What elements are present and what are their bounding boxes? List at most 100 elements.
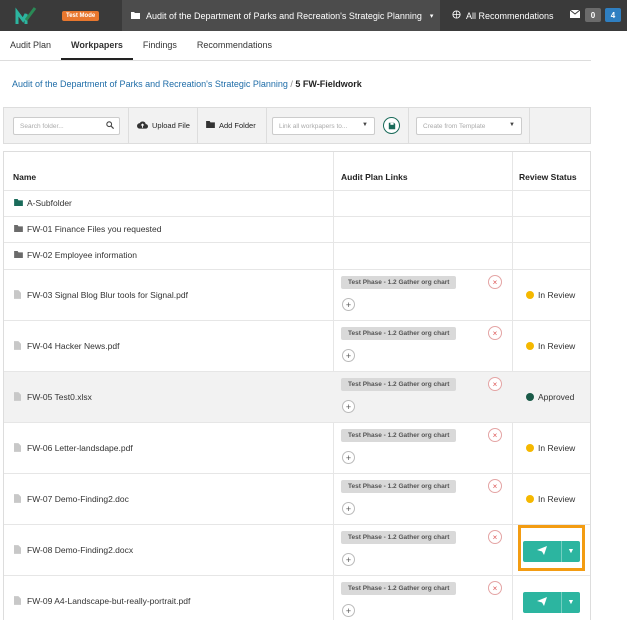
table-row[interactable]: FW-01 Finance Files you requested: [4, 216, 590, 242]
table-row[interactable]: FW-07 Demo-Finding2.doc Test Phase - 1.2 …: [4, 473, 590, 524]
table-row[interactable]: FW-02 Employee information: [4, 242, 590, 268]
add-link-icon[interactable]: +: [342, 502, 355, 515]
row-name-label: FW-09 A4-Landscape-but-really-portrait.p…: [27, 596, 191, 606]
row-name-label: FW-01 Finance Files you requested: [27, 224, 162, 234]
row-name[interactable]: FW-02 Employee information: [14, 250, 137, 260]
row-name-label: FW-08 Demo-Finding2.docx: [27, 545, 134, 555]
link-workpapers-select[interactable]: Link all workpapers to... ▼: [272, 117, 375, 135]
remove-link-icon[interactable]: ×: [488, 428, 502, 442]
breadcrumb-parent-link[interactable]: Audit of the Department of Parks and Rec…: [12, 79, 288, 89]
review-status: In Review: [526, 290, 575, 300]
chevron-down-icon: ▾: [429, 12, 434, 20]
row-name[interactable]: FW-06 Letter-landsdape.pdf: [14, 442, 133, 454]
review-status-label: Approved: [538, 391, 575, 402]
table-row[interactable]: FW-08 Demo-Finding2.docx Test Phase - 1.2…: [4, 524, 590, 575]
highlight-box: [518, 525, 585, 571]
chevron-down-icon[interactable]: ▼: [561, 591, 580, 613]
review-status-label: In Review: [538, 340, 576, 351]
row-name[interactable]: FW-01 Finance Files you requested: [14, 224, 162, 234]
messages-count-badge[interactable]: 0: [585, 8, 601, 22]
row-name[interactable]: A-Subfolder: [14, 198, 72, 208]
audit-plan-link-tag[interactable]: Test Phase - 1.2 Gather org chart: [341, 531, 457, 544]
logo-icon: [15, 6, 37, 24]
status-dot-icon: [526, 494, 534, 503]
table-row[interactable]: FW-03 Signal Blog Blur tools for Signal.…: [4, 269, 590, 320]
audit-plan-link-tag[interactable]: Test Phase - 1.2 Gather org chart: [341, 582, 457, 595]
file-icon: [14, 391, 23, 403]
remove-link-icon[interactable]: ×: [488, 581, 502, 595]
audit-plan-link-tag[interactable]: Test Phase - 1.2 Gather org chart: [341, 276, 457, 289]
audit-plan-link-tag[interactable]: Test Phase - 1.2 Gather org chart: [341, 429, 457, 442]
row-name-label: FW-04 Hacker News.pdf: [27, 341, 120, 351]
template-placeholder: Create from Template: [423, 123, 486, 130]
review-status: In Review: [526, 341, 575, 351]
project-selector[interactable]: Audit of the Department of Parks and Rec…: [122, 0, 440, 31]
status-dot-icon: [526, 443, 534, 452]
audit-plan-link-tag[interactable]: Test Phase - 1.2 Gather org chart: [341, 327, 457, 340]
row-name[interactable]: FW-04 Hacker News.pdf: [14, 340, 120, 352]
app-logo[interactable]: [0, 0, 52, 31]
remove-link-icon[interactable]: ×: [488, 479, 502, 493]
add-link-icon[interactable]: +: [342, 400, 355, 413]
table-row[interactable]: FW-04 Hacker News.pdf Test Phase - 1.2 Ga…: [4, 320, 590, 371]
all-recommendations-label: All Recommendations: [466, 10, 554, 21]
add-folder-label: Add Folder: [219, 121, 256, 130]
add-link-icon[interactable]: +: [342, 349, 355, 362]
table-row[interactable]: FW-09 A4-Landscape-but-really-portrait.p…: [4, 575, 590, 620]
link-workpapers-placeholder: Link all workpapers to...: [279, 123, 348, 130]
upload-file-label: Upload File: [152, 121, 190, 130]
row-name[interactable]: FW-05 Test0.xlsx: [14, 391, 92, 403]
tab-findings[interactable]: Findings: [133, 30, 187, 60]
row-name-label: A-Subfolder: [27, 198, 72, 208]
status-dot-icon: [526, 290, 534, 299]
column-header-name[interactable]: Name: [13, 172, 36, 182]
folder-icon: [14, 198, 23, 208]
row-name[interactable]: FW-03 Signal Blog Blur tools for Signal.…: [14, 289, 188, 301]
save-icon: [388, 122, 395, 129]
table-row[interactable]: FW-05 Test0.xlsx Test Phase - 1.2 Gather …: [4, 371, 590, 422]
remove-link-icon[interactable]: ×: [488, 377, 502, 391]
add-link-icon[interactable]: +: [342, 553, 355, 566]
paper-plane-icon[interactable]: [523, 596, 561, 608]
toolbar-divider: [266, 108, 267, 143]
remove-link-icon[interactable]: ×: [488, 275, 502, 289]
row-name-label: FW-06 Letter-landsdape.pdf: [27, 443, 133, 453]
review-status-label: In Review: [538, 493, 576, 504]
envelope-icon[interactable]: [569, 9, 581, 20]
file-icon: [14, 493, 23, 505]
row-name-label: FW-03 Signal Blog Blur tools for Signal.…: [27, 290, 188, 300]
create-from-template-select[interactable]: Create from Template ▼: [416, 117, 522, 135]
status-dot-icon: [526, 341, 534, 350]
add-link-icon[interactable]: +: [342, 451, 355, 464]
row-name[interactable]: FW-09 A4-Landscape-but-really-portrait.p…: [14, 595, 191, 607]
table-row[interactable]: A-Subfolder: [4, 190, 590, 216]
row-name[interactable]: FW-08 Demo-Finding2.docx: [14, 544, 134, 556]
save-link-button[interactable]: [383, 117, 400, 134]
column-header-review-status[interactable]: Review Status: [519, 172, 577, 182]
all-recommendations-link[interactable]: All Recommendations: [452, 0, 554, 31]
tab-audit-plan[interactable]: Audit Plan: [0, 30, 61, 60]
folder-open-icon: [131, 11, 141, 21]
row-name-label: FW-02 Employee information: [27, 250, 137, 260]
table-row[interactable]: FW-06 Letter-landsdape.pdf Test Phase - 1…: [4, 422, 590, 473]
chevron-down-icon: ▼: [509, 122, 515, 128]
tab-workpapers[interactable]: Workpapers: [61, 30, 133, 60]
remove-link-icon[interactable]: ×: [488, 326, 502, 340]
toolbar-divider: [408, 108, 409, 143]
breadcrumb-separator: /: [290, 79, 293, 89]
submit-for-review-button[interactable]: ▼: [523, 591, 580, 613]
add-link-icon[interactable]: +: [342, 298, 355, 311]
search-folder-input[interactable]: Search folder...: [13, 117, 120, 135]
add-folder-button[interactable]: Add Folder: [197, 108, 266, 143]
cloud-upload-icon: [137, 121, 148, 131]
notifications-count-badge[interactable]: 4: [605, 8, 621, 22]
row-name[interactable]: FW-07 Demo-Finding2.doc: [14, 493, 129, 505]
audit-plan-link-tag[interactable]: Test Phase - 1.2 Gather org chart: [341, 480, 457, 493]
tab-recommendations[interactable]: Recommendations: [187, 30, 282, 60]
upload-file-button[interactable]: Upload File: [128, 108, 197, 143]
add-link-icon[interactable]: +: [342, 604, 355, 617]
remove-link-icon[interactable]: ×: [488, 530, 502, 544]
search-icon[interactable]: [106, 121, 115, 131]
audit-plan-link-tag[interactable]: Test Phase - 1.2 Gather org chart: [341, 378, 457, 391]
review-status-label: In Review: [538, 442, 576, 453]
